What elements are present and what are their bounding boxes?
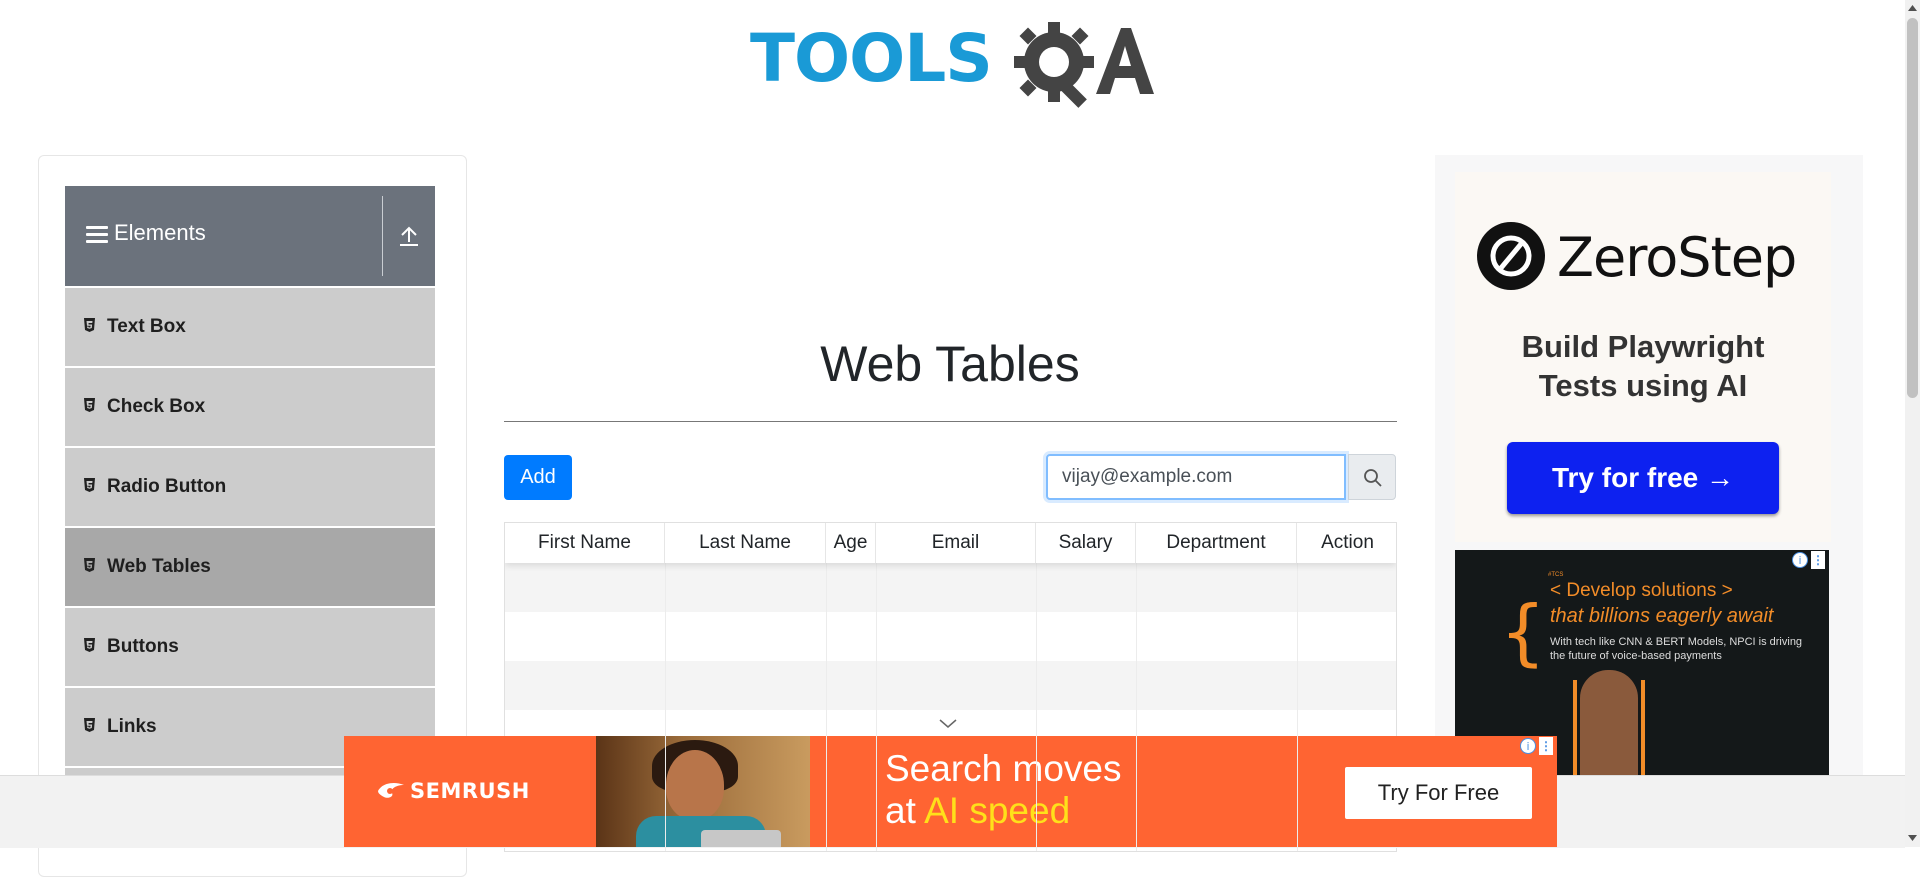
sidebar-item-label: Radio Button	[107, 476, 227, 497]
page-title: Web Tables	[820, 336, 1080, 392]
brace-icon: {	[1500, 590, 1546, 674]
zerostep-name: ZeroStep	[1557, 226, 1797, 289]
ad-info-icon[interactable]: i	[1792, 552, 1808, 568]
table-header: First Name Last Name Age Email Salary De…	[505, 523, 1396, 563]
chevron-down-icon[interactable]	[938, 718, 958, 730]
sidebar-item-label: Text Box	[107, 316, 186, 337]
zerostep-try-button[interactable]: Try for free →	[1507, 442, 1779, 514]
table-row	[505, 612, 1396, 661]
sidebar-item-label: Web Tables	[107, 556, 211, 577]
semrush-ad[interactable]: SEMRUSH Search moves at AI speed Try For…	[344, 736, 1557, 847]
header-divider	[382, 196, 383, 276]
upload-icon[interactable]	[398, 224, 420, 248]
ad-options-icon[interactable]: ⋮	[1811, 551, 1825, 569]
zerostep-logo-icon	[1477, 222, 1545, 290]
html5-icon	[84, 318, 95, 332]
zerostep-ad[interactable]: ZeroStep Build Playwright Tests using AI…	[1455, 172, 1831, 542]
column-header-department[interactable]: Department	[1136, 523, 1297, 563]
sidebar-item-label: Links	[107, 716, 157, 737]
ad-bracket-frame	[1573, 680, 1645, 775]
scroll-up-arrow-icon[interactable]	[1907, 2, 1918, 14]
semrush-headline-line-2: at AI speed	[885, 790, 1122, 832]
table-row	[505, 661, 1396, 710]
column-header-salary[interactable]: Salary	[1036, 523, 1136, 563]
scroll-down-arrow-icon[interactable]	[1907, 832, 1918, 844]
html5-icon	[84, 638, 95, 652]
ad-line-3: With tech like CNN & BERT Models, NPCI i…	[1550, 636, 1803, 662]
semrush-brand: SEMRUSH	[410, 779, 530, 803]
html5-icon	[84, 718, 95, 732]
sidebar-item-text-box[interactable]: Text Box	[65, 286, 435, 366]
ad-info-icon[interactable]: i	[1520, 738, 1536, 754]
toolsqa-logo[interactable]: TOOLS	[750, 18, 1155, 113]
html5-icon	[84, 478, 95, 492]
column-header-age[interactable]: Age	[826, 523, 876, 563]
sidebar-item-label: Check Box	[107, 396, 206, 417]
logo-text-tools: TOOLS	[750, 20, 993, 97]
table-row	[505, 563, 1396, 612]
semrush-ad-photo	[596, 736, 810, 847]
semrush-headline-highlight: AI speed	[924, 790, 1071, 831]
sidebar-item-web-tables[interactable]: Web Tables	[65, 526, 435, 606]
sidebar-item-buttons[interactable]: Buttons	[65, 606, 435, 686]
ad-small-tag: #TCS	[1548, 572, 1564, 578]
semrush-logo: SEMRUSH	[376, 779, 530, 803]
title-divider	[504, 421, 1397, 422]
html5-icon	[84, 398, 95, 412]
semrush-headline-prefix: at	[885, 790, 925, 831]
group-title: Elements	[114, 220, 206, 245]
gear-icon	[1014, 22, 1094, 108]
semrush-headline-line-1: Search moves	[885, 748, 1122, 789]
ad-options-icon[interactable]: ⋮	[1539, 737, 1553, 755]
semrush-flame-icon	[378, 783, 404, 798]
zerostep-tagline: Build Playwright Tests using AI	[1455, 327, 1831, 405]
html5-icon	[84, 558, 95, 572]
semrush-headline: Search moves at AI speed	[885, 748, 1122, 832]
column-header-email[interactable]: Email	[876, 523, 1036, 563]
column-header-last-name[interactable]: Last Name	[665, 523, 826, 563]
search-button[interactable]	[1348, 454, 1396, 500]
elements-group-header[interactable]: Elements	[65, 186, 435, 286]
ad-line-2: that billions eagerly await	[1550, 605, 1774, 627]
column-header-action: Action	[1321, 532, 1374, 553]
sidebar-item-check-box[interactable]: Check Box	[65, 366, 435, 446]
zerostep-tagline-line-2: Tests using AI	[1538, 368, 1748, 403]
column-header-first-name[interactable]: First Name	[505, 523, 665, 563]
sidebar-item-radio-button[interactable]: Radio Button	[65, 446, 435, 526]
search-icon	[1364, 469, 1382, 487]
add-button[interactable]: Add	[504, 455, 572, 500]
scrollbar-thumb[interactable]	[1907, 18, 1918, 398]
zerostep-tagline-line-1: Build Playwright	[1521, 329, 1765, 364]
ad-line-1: < Develop solutions >	[1550, 580, 1733, 601]
semrush-try-button[interactable]: Try For Free	[1345, 767, 1532, 819]
logo-letter-a	[1096, 28, 1154, 94]
hamburger-icon	[86, 226, 108, 244]
search-input[interactable]	[1046, 454, 1346, 500]
sidebar-item-label: Buttons	[107, 636, 179, 657]
